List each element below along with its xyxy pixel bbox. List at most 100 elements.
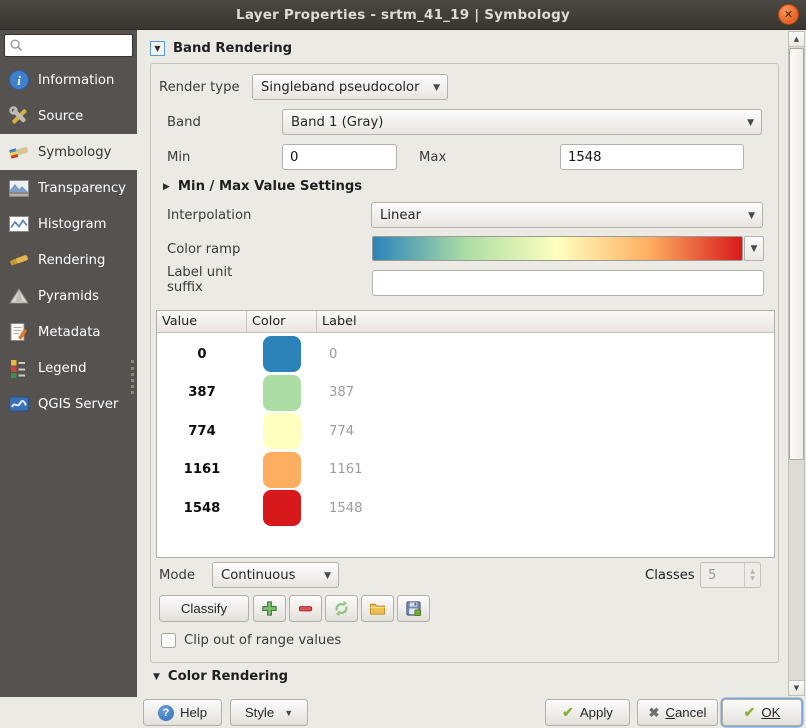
symbology-icon xyxy=(7,140,31,164)
table-row[interactable]: 1548 1548 xyxy=(157,489,774,528)
save-color-map-button[interactable] xyxy=(397,595,430,622)
search-input[interactable] xyxy=(24,36,124,55)
band-rendering-frame: Render type Singleband pseudocolor ▼ Ban… xyxy=(150,63,779,663)
classify-button[interactable]: Classify xyxy=(159,595,249,622)
scrollbar-up-button[interactable]: ▲ xyxy=(789,32,804,47)
mode-label: Mode xyxy=(159,568,195,583)
sidebar-item-label: Source xyxy=(38,109,83,124)
table-body: 0 0 387 387 774 774 1161 1161 xyxy=(157,333,774,528)
mode-select[interactable]: Continuous ▼ xyxy=(212,562,339,588)
color-swatch[interactable] xyxy=(263,490,301,526)
sidebar-item-metadata[interactable]: Metadata xyxy=(0,314,137,350)
table-row[interactable]: 1161 1161 xyxy=(157,451,774,490)
classes-label: Classes xyxy=(645,568,695,583)
spinner-arrows-icon: ▲▼ xyxy=(744,563,760,587)
chevron-down-icon: ▼ xyxy=(747,118,754,128)
cancel-button[interactable]: ✖ Cancel xyxy=(637,699,718,726)
collapse-triangle-icon: ▼ xyxy=(153,672,160,682)
sidebar-item-label: Symbology xyxy=(38,145,111,160)
legend-icon xyxy=(7,356,31,380)
sidebar-item-label: Pyramids xyxy=(38,289,99,304)
color-swatch[interactable] xyxy=(263,336,301,372)
sidebar-item-information[interactable]: i Information xyxy=(0,62,137,98)
add-icon xyxy=(261,600,278,617)
sidebar-item-transparency[interactable]: Transparency xyxy=(0,170,137,206)
scrollbar-down-button[interactable]: ▼ xyxy=(789,680,804,695)
color-ramp-label: Color ramp xyxy=(167,242,240,257)
load-color-map-button[interactable] xyxy=(361,595,394,622)
chevron-down-icon: ▼ xyxy=(748,211,755,221)
sidebar-item-pyramids[interactable]: Pyramids xyxy=(0,278,137,314)
band-select[interactable]: Band 1 (Gray) ▼ xyxy=(282,109,762,135)
sidebar-nav: i Information Source Symbology Transpare… xyxy=(0,62,137,422)
sidebar-item-rendering[interactable]: Rendering xyxy=(0,242,137,278)
table-row[interactable]: 387 387 xyxy=(157,374,774,413)
save-icon xyxy=(405,600,422,617)
remove-icon xyxy=(297,600,314,617)
classes-spinbox[interactable]: 5 ▲▼ xyxy=(700,562,761,588)
color-rendering-header[interactable]: ▼ Color Rendering xyxy=(153,669,288,684)
metadata-icon xyxy=(7,320,31,344)
search-box xyxy=(4,34,133,57)
rendering-icon xyxy=(7,248,31,272)
render-type-label: Render type xyxy=(159,80,240,95)
remove-entry-button[interactable] xyxy=(289,595,322,622)
color-ramp-dropdown[interactable]: ▼ xyxy=(744,236,764,261)
table-header: Value Color Label xyxy=(157,311,774,333)
panel-splitter-handle[interactable] xyxy=(131,360,134,394)
label-unit-suffix-input[interactable] xyxy=(372,270,764,296)
arrow-down-icon: ▼ xyxy=(794,684,799,692)
refresh-icon xyxy=(333,600,350,617)
help-button[interactable]: ? Help xyxy=(143,699,222,726)
ok-button[interactable]: ✔ OK xyxy=(722,699,802,726)
interpolation-select[interactable]: Linear ▼ xyxy=(371,202,763,228)
sidebar-item-label: QGIS Server xyxy=(38,397,118,412)
color-swatch[interactable] xyxy=(263,452,301,488)
sidebar-item-label: Histogram xyxy=(38,217,106,232)
color-map-table: Value Color Label 0 0 387 387 774 xyxy=(156,310,775,558)
sidebar-item-legend[interactable]: Legend xyxy=(0,350,137,386)
window-titlebar: Layer Properties - srtm_41_19 | Symbolog… xyxy=(0,0,806,30)
sidebar-item-source[interactable]: Source xyxy=(0,98,137,134)
render-type-select[interactable]: Singleband pseudocolor ▼ xyxy=(252,74,448,100)
sidebar-item-histogram[interactable]: Histogram xyxy=(0,206,137,242)
check-icon: ✔ xyxy=(744,704,756,721)
qgis-server-icon xyxy=(7,392,31,416)
color-swatch[interactable] xyxy=(263,375,301,411)
min-input[interactable] xyxy=(282,144,397,170)
column-header-label: Label xyxy=(317,311,774,332)
check-icon: ✔ xyxy=(562,704,574,721)
style-button[interactable]: Style ▼ xyxy=(230,699,308,726)
sidebar-item-qgis-server[interactable]: QGIS Server xyxy=(0,386,137,422)
collapse-triangle-icon[interactable]: ▼ xyxy=(150,41,165,56)
close-button[interactable]: ✕ xyxy=(778,4,799,25)
chevron-down-icon: ▼ xyxy=(433,83,440,93)
max-input[interactable] xyxy=(560,144,744,170)
transparency-icon xyxy=(7,176,31,200)
color-ramp-gradient[interactable] xyxy=(372,236,743,261)
vertical-scrollbar[interactable]: ▲ ▼ xyxy=(788,31,805,696)
max-label: Max xyxy=(419,150,446,165)
minmax-settings-header[interactable]: ▶ Min / Max Value Settings xyxy=(163,179,362,194)
color-swatch[interactable] xyxy=(263,413,301,449)
sidebar-item-symbology[interactable]: Symbology xyxy=(0,134,137,170)
open-folder-icon xyxy=(369,600,386,617)
table-row[interactable]: 774 774 xyxy=(157,412,774,451)
scrollbar-thumb[interactable] xyxy=(789,48,804,460)
svg-text:i: i xyxy=(17,73,21,88)
source-icon xyxy=(7,104,31,128)
arrow-up-icon: ▲ xyxy=(794,35,799,43)
sidebar: i Information Source Symbology Transpare… xyxy=(0,30,137,697)
add-entry-button[interactable] xyxy=(253,595,286,622)
sidebar-item-label: Information xyxy=(38,73,114,88)
collapse-triangle-icon: ▶ xyxy=(163,182,170,192)
interpolation-label: Interpolation xyxy=(167,208,251,223)
layer-properties-dialog: Layer Properties - srtm_41_19 | Symbolog… xyxy=(0,0,806,728)
apply-button[interactable]: ✔ Apply xyxy=(545,699,630,726)
clip-checkbox[interactable] xyxy=(161,633,176,648)
load-values-button[interactable] xyxy=(325,595,358,622)
table-row[interactable]: 0 0 xyxy=(157,335,774,374)
band-rendering-header: ▼ Band Rendering xyxy=(150,41,292,56)
column-header-value: Value xyxy=(157,311,247,332)
search-icon xyxy=(9,38,24,53)
